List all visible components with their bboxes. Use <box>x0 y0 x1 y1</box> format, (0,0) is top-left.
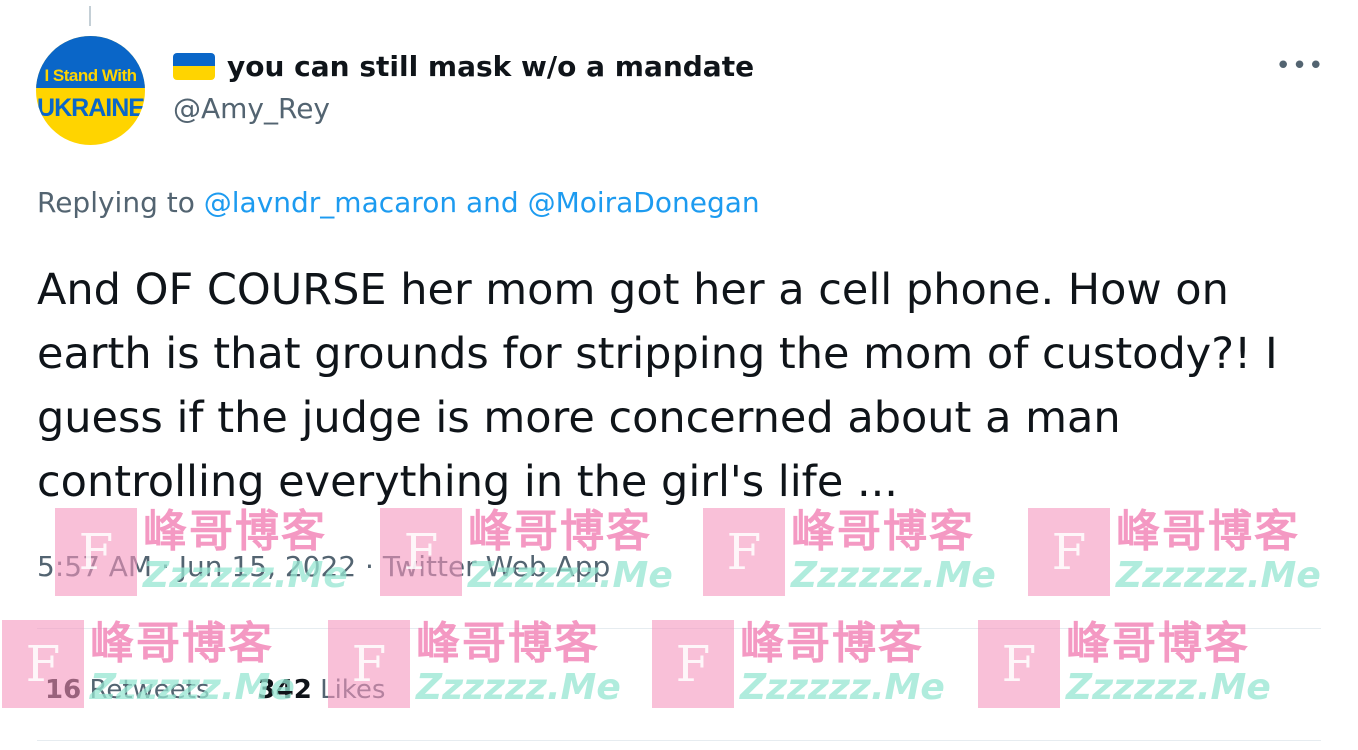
meta-separator: · <box>152 550 179 583</box>
retweets-stat[interactable]: 16 Retweets <box>45 675 210 705</box>
likes-label: Likes <box>320 675 386 705</box>
watermark: F 峰哥博客 Zzzzzz.Me <box>652 620 945 708</box>
ukraine-flag-icon <box>173 52 215 80</box>
watermark-logo-icon: F <box>1028 508 1110 596</box>
divider <box>37 628 1321 629</box>
replying-to-line: Replying to @lavndr_macaron and @MoiraDo… <box>37 186 760 219</box>
tweet-time[interactable]: 5:57 AM <box>37 550 152 583</box>
tweet-stats: 16 Retweets 342 Likes <box>45 675 385 705</box>
mention-link-lavndr-macaron[interactable]: @lavndr_macaron <box>204 186 457 219</box>
tweet-text: And OF COURSE her mom got her a cell pho… <box>37 265 1278 507</box>
user-handle[interactable]: @Amy_Rey <box>173 92 330 125</box>
watermark-cn: 峰哥博客 <box>468 506 652 557</box>
tweet-source[interactable]: Twitter Web App <box>383 550 610 583</box>
avatar-text-line1: I Stand With <box>44 66 137 85</box>
likes-count: 342 <box>257 675 312 705</box>
divider <box>37 740 1321 741</box>
meta-separator: · <box>356 550 383 583</box>
watermark-en: Zzzzzz.Me <box>1066 667 1271 708</box>
replying-to-joiner: and <box>457 186 528 219</box>
watermark-logo-icon: F <box>703 508 785 596</box>
avatar-text-line2: UKRAINE <box>37 94 145 122</box>
mention-link-moiradonegan[interactable]: @MoiraDonegan <box>528 186 760 219</box>
watermark-en: Zzzzzz.Me <box>1116 555 1321 596</box>
watermark-cn: 峰哥博客 <box>143 506 327 557</box>
watermark-logo-icon: F <box>652 620 734 708</box>
avatar[interactable]: I Stand With UKRAINE <box>36 36 145 145</box>
watermark-cn: 峰哥博客 <box>1116 506 1300 557</box>
watermark: F 峰哥博客 Zzzzzz.Me <box>703 508 996 596</box>
tweet-date[interactable]: Jun 15, 2022 <box>179 550 356 583</box>
watermark-logo-icon: F <box>978 620 1060 708</box>
retweets-count: 16 <box>45 675 82 705</box>
watermark: F 峰哥博客 Zzzzzz.Me <box>978 620 1271 708</box>
tweet-meta: 5:57 AM · Jun 15, 2022 · Twitter Web App <box>37 550 610 583</box>
watermark: F 峰哥博客 Zzzzzz.Me <box>1028 508 1321 596</box>
replying-to-prefix: Replying to <box>37 186 204 219</box>
author-name-row[interactable]: you can still mask w/o a mandate <box>173 46 754 86</box>
watermark-en: Zzzzzz.Me <box>791 555 996 596</box>
retweets-label: Retweets <box>89 675 210 705</box>
thread-connector-line <box>89 6 91 26</box>
watermark-cn: 峰哥博客 <box>791 506 975 557</box>
watermark-en: Zzzzzz.Me <box>740 667 945 708</box>
more-icon: ••• <box>1275 51 1325 81</box>
more-options-button[interactable]: ••• <box>1275 51 1325 81</box>
watermark-en: Zzzzzz.Me <box>416 667 621 708</box>
display-name[interactable]: you can still mask w/o a mandate <box>227 50 754 83</box>
likes-stat[interactable]: 342 Likes <box>258 675 386 705</box>
